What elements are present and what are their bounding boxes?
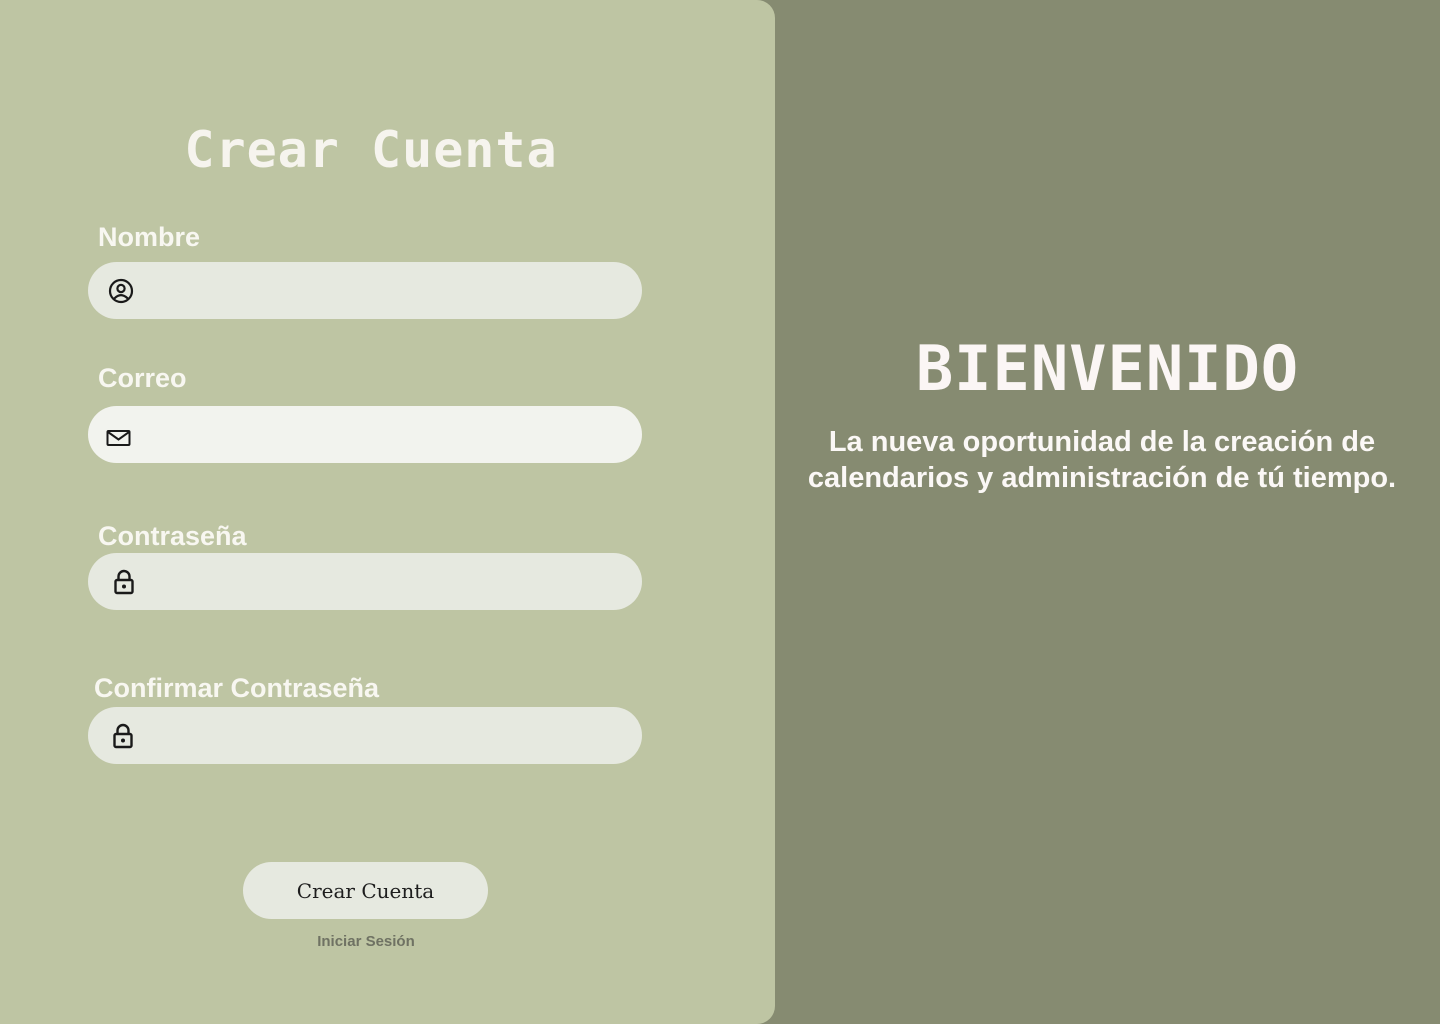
lock-icon (109, 567, 139, 597)
signup-screen: Crear Cuenta Nombre Correo Contraseña Co… (0, 0, 1440, 1024)
password-field[interactable] (88, 553, 642, 610)
email-field[interactable] (88, 406, 642, 463)
welcome-title: BIENVENIDO (915, 332, 1300, 405)
form-title: Crear Cuenta (184, 121, 558, 179)
confirm-password-field[interactable] (88, 707, 642, 764)
user-circle-icon (106, 276, 136, 306)
confirm-password-input[interactable] (150, 707, 618, 764)
create-account-button[interactable]: Crear Cuenta (243, 862, 488, 919)
password-label: Contraseña (98, 521, 247, 551)
name-field[interactable] (88, 262, 642, 319)
email-label: Correo (98, 363, 187, 393)
confirm-password-label: Confirmar Contraseña (94, 673, 380, 703)
login-link[interactable]: Iniciar Sesión (0, 932, 732, 952)
welcome-text: La nueva oportunidad de la creación de c… (807, 426, 1397, 494)
email-input[interactable] (150, 406, 618, 463)
name-input[interactable] (150, 262, 618, 319)
lock-icon (108, 721, 138, 751)
name-label: Nombre (98, 222, 201, 252)
mail-icon (104, 422, 134, 452)
password-input[interactable] (150, 553, 618, 610)
signup-panel: Crear Cuenta Nombre Correo Contraseña Co… (0, 0, 775, 1024)
